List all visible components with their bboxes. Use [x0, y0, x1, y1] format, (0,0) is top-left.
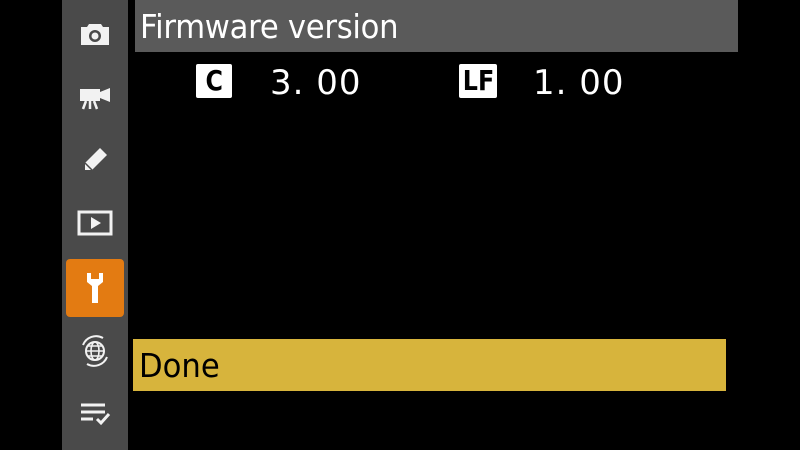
tab-playback[interactable] — [66, 194, 124, 252]
tab-my-menu[interactable] — [66, 385, 124, 443]
title-bar: Firmware version — [135, 0, 738, 52]
tab-custom-settings[interactable] — [66, 131, 124, 189]
menu-sidebar — [62, 0, 128, 450]
camera-firmware-version: 3. 00 — [270, 63, 362, 103]
camera-icon — [81, 24, 109, 45]
camera-firmware-badge: C — [196, 64, 232, 98]
camera-menu-screen: Firmware version C 3. 00 LF 1. 00 Done — [0, 0, 800, 450]
movie-camera-icon — [80, 88, 110, 110]
tab-photo-shooting[interactable] — [66, 5, 124, 63]
lens-firmware-version: 1. 00 — [533, 63, 625, 103]
done-label: Done — [139, 345, 220, 385]
tab-network[interactable] — [66, 322, 124, 380]
network-globe-icon — [82, 335, 108, 367]
wrench-icon — [87, 273, 103, 303]
playback-icon — [77, 210, 113, 236]
pencil-icon — [84, 148, 107, 171]
lens-firmware-badge: LF — [459, 64, 497, 98]
tab-setup[interactable] — [66, 259, 124, 317]
my-menu-icon — [81, 403, 111, 426]
page-title: Firmware version — [140, 6, 399, 46]
tab-video-recording[interactable] — [66, 68, 124, 126]
done-button[interactable]: Done — [133, 339, 726, 391]
